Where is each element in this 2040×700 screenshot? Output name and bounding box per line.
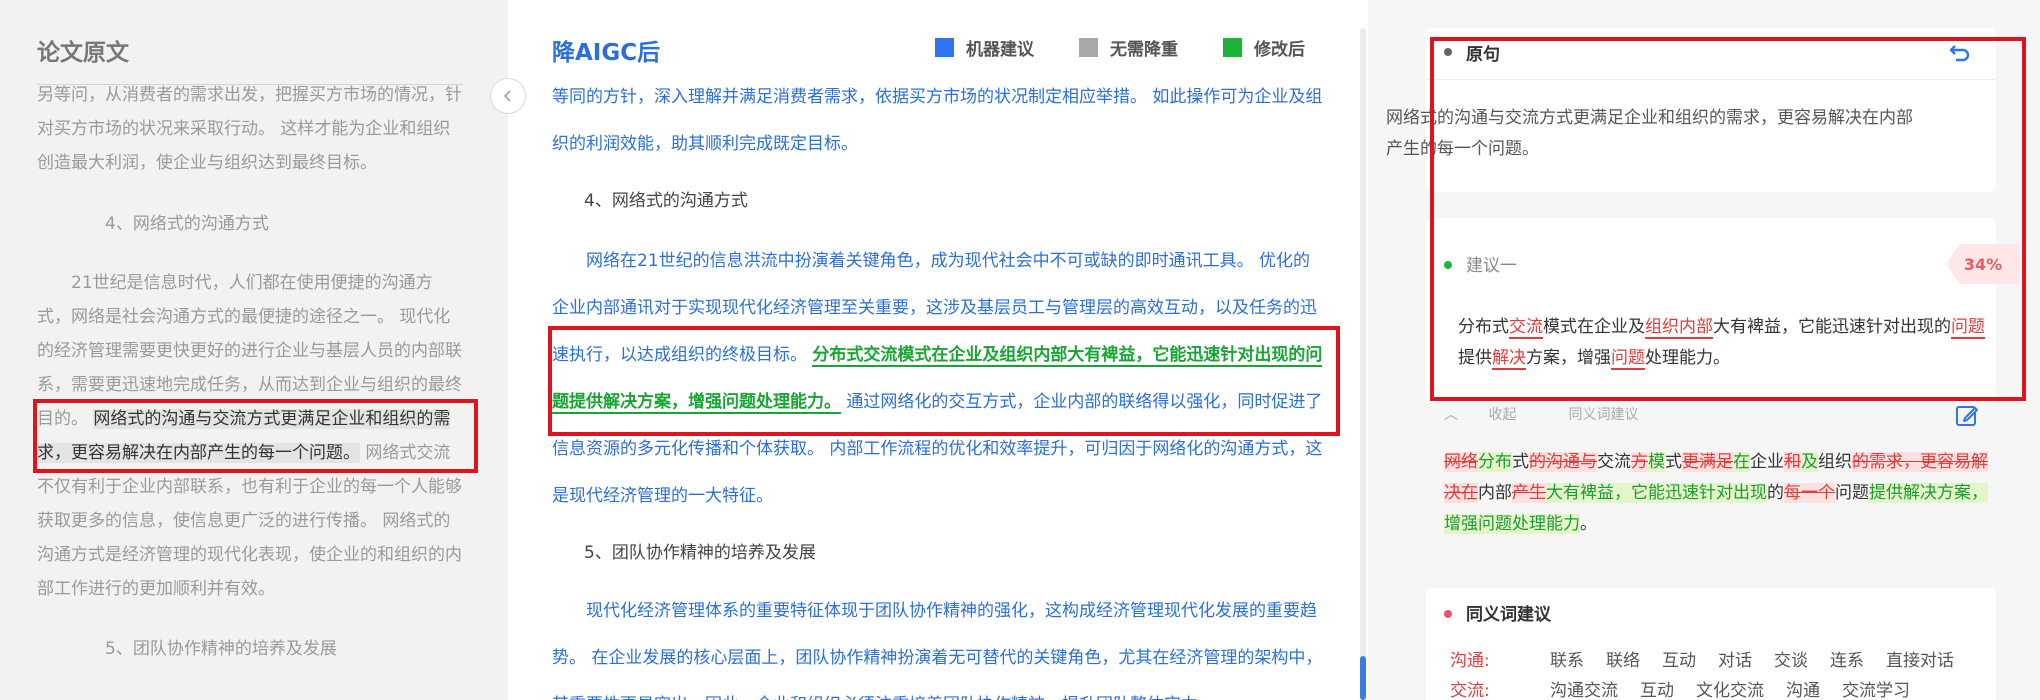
legend-label: 无需降重 — [1110, 40, 1178, 60]
collapse-panel-button[interactable] — [490, 78, 526, 114]
rewritten-paragraph-team: 现代化经济管理体系的重要特征体现于团队协作精神的强化，这构成经济管理现代化发展的… — [552, 601, 1323, 700]
unchanged-text: 。 — [1580, 514, 1597, 534]
legend-no-reduction: 无需降重 — [1079, 35, 1178, 60]
legend-swatch — [1223, 38, 1242, 57]
deleted-text: 的沟通与 — [1529, 452, 1597, 472]
synonym-items: 联系 联络 互动 对话 交谈 连系 直接对话 — [1550, 646, 1976, 671]
synonym-option[interactable]: 互动 — [1640, 681, 1674, 700]
synonym-items: 沟通交流 互动 文化交流 沟通 交流学习 — [1550, 676, 1932, 700]
synonym-option[interactable]: 交谈 — [1774, 651, 1808, 671]
unchanged-text: 问题 — [1835, 483, 1869, 503]
title-divider — [37, 84, 463, 85]
synonym-keyword: 交流: — [1450, 681, 1490, 700]
edit-icon[interactable] — [1954, 403, 1980, 429]
synonym-row: 交流: 沟通交流 互动 文化交流 沟通 交流学习 — [1450, 676, 1932, 700]
synonym-option[interactable]: 联系 — [1550, 651, 1584, 671]
original-heading-4: 4、网络式的沟通方式 — [105, 214, 269, 234]
added-text: 模 — [1648, 452, 1665, 472]
deleted-text: 每一个 — [1784, 483, 1835, 503]
original-text-panel: 论文原文 另等问，从消费者的需求出发，把握买方市场的情况，针对买方市场的状况来采… — [0, 0, 508, 700]
synonym-keyword: 沟通: — [1450, 651, 1490, 671]
legend-label: 修改后 — [1254, 40, 1305, 60]
deleted-text: 方 — [1631, 452, 1648, 472]
scrollbar-track[interactable] — [1360, 28, 1366, 700]
deleted-text: 网络 — [1444, 452, 1478, 472]
added-text: 大有裨益，它能迅速针对出现 — [1546, 483, 1767, 503]
deleted-text: 更满足 — [1682, 452, 1733, 472]
legend-label: 机器建议 — [966, 40, 1034, 60]
original-heading-5: 5、团队协作精神的培养及发展 — [105, 639, 337, 659]
synonym-option[interactable]: 直接对话 — [1886, 651, 1954, 671]
added-text: 分布 — [1478, 452, 1512, 472]
unchanged-text: 式 — [1665, 452, 1682, 472]
legend-swatch — [935, 38, 954, 57]
original-paragraph: 另等问，从消费者的需求出发，把握买方市场的情况，针对买方市场的状况来采取行动。 … — [37, 85, 462, 173]
original-panel-title: 论文原文 — [37, 40, 129, 66]
rewritten-paragraph: 等同的方针，深入理解并满足消费者需求，依据买方市场的状况制定相应举措。 如此操作… — [552, 87, 1323, 154]
legend-machine-suggestion: 机器建议 — [935, 35, 1034, 60]
synonym-option[interactable]: 联络 — [1606, 651, 1640, 671]
diff-comparison-text: 网络分布式的沟通与交流方模式更满足在企业和及组织的需求，更容易解决在内部产生大有… — [1444, 447, 1994, 540]
synonym-option[interactable]: 文化交流 — [1696, 681, 1764, 700]
legend-modified: 修改后 — [1223, 35, 1305, 60]
rewritten-heading-4: 4、网络式的沟通方式 — [584, 191, 748, 211]
deleted-text: 和 — [1784, 452, 1801, 472]
synonym-option[interactable]: 沟通 — [1786, 681, 1820, 700]
synonym-card: 同义词建议 沟通: 联系 联络 互动 对话 交谈 连系 直接对话 交流: 沟通交流 互动 文化交… — [1426, 588, 1996, 700]
original-sentence-highlight-box — [33, 399, 478, 473]
deleted-text: 产生 — [1512, 483, 1546, 503]
bullet-dot — [1444, 610, 1452, 618]
chevron-up-icon: ︿ — [1444, 407, 1458, 423]
synonym-card-title: 同义词建议 — [1466, 605, 1551, 625]
collapse-label: 收起 — [1488, 407, 1517, 423]
chevron-left-icon — [503, 90, 511, 102]
rewritten-heading-5: 5、团队协作精神的培养及发展 — [584, 543, 816, 563]
suggestion-toolbar: ︿ 收起 同义词建议 — [1444, 404, 1664, 424]
collapse-toggle[interactable]: ︿ 收起 — [1444, 404, 1542, 424]
synonym-option[interactable]: 互动 — [1662, 651, 1696, 671]
unchanged-text: 内部 — [1478, 483, 1512, 503]
unchanged-text: 企业 — [1750, 452, 1784, 472]
legend-swatch — [1079, 38, 1098, 57]
synonym-option[interactable]: 连系 — [1830, 651, 1864, 671]
unchanged-text: 组织 — [1818, 452, 1852, 472]
synonym-suggestion-toggle[interactable]: 同义词建议 — [1568, 404, 1638, 424]
modified-sentence-highlight-box — [548, 326, 1340, 436]
unchanged-text: 交流 — [1597, 452, 1631, 472]
synonym-option[interactable]: 沟通交流 — [1550, 681, 1618, 700]
added-text: 及 — [1801, 452, 1818, 472]
suggestion-highlight-box — [1430, 37, 2026, 401]
synonym-row: 沟通: 联系 联络 互动 对话 交谈 连系 直接对话 — [1450, 646, 1976, 671]
synonym-option[interactable]: 对话 — [1718, 651, 1752, 671]
scrollbar-thumb[interactable] — [1360, 656, 1366, 700]
synonym-option[interactable]: 交流学习 — [1842, 681, 1910, 700]
unchanged-text: 的 — [1767, 483, 1784, 503]
added-text: 在 — [1733, 452, 1750, 472]
unchanged-text: 式 — [1512, 452, 1529, 472]
reduced-panel-title: 降AIGC后 — [552, 40, 661, 66]
